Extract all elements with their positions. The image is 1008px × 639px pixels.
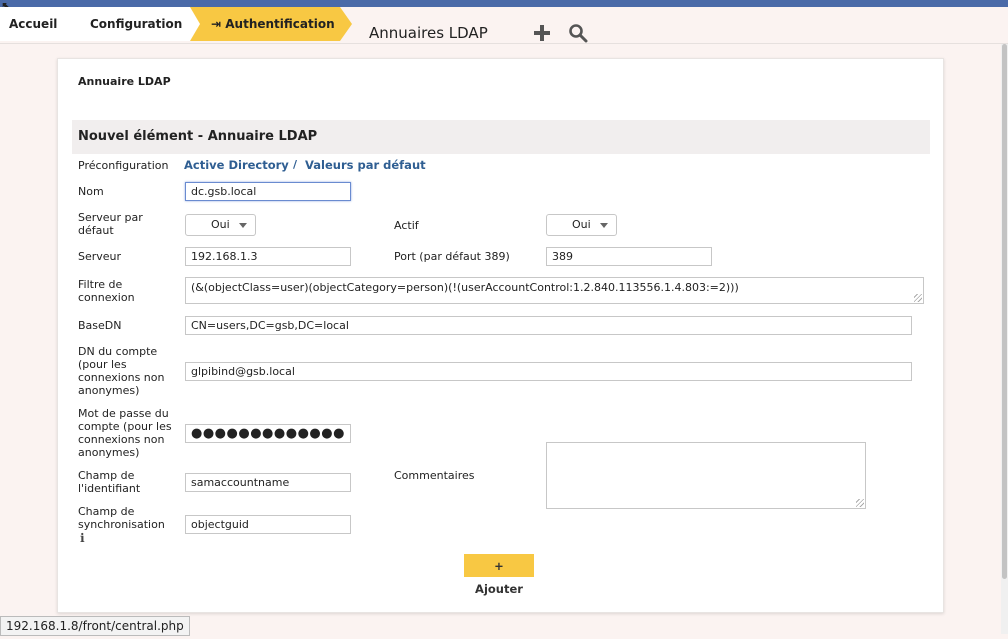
preset-defaults-link[interactable]: Valeurs par défaut [305, 158, 426, 172]
form-panel: Annuaire LDAP Nouvel élément - Annuaire … [57, 58, 944, 613]
filter-label: Filtre de connexion [78, 278, 135, 304]
preconfig-label: Préconfiguration [78, 159, 169, 172]
comments-label: Commentaires [394, 469, 475, 482]
add-button[interactable]: + Ajouter [464, 554, 534, 596]
server-label: Serveur [78, 250, 122, 263]
name-input[interactable]: dc.gsb.local [185, 182, 351, 201]
sign-in-icon: ⇥ [211, 17, 222, 31]
active-label: Actif [394, 219, 419, 232]
form-title: Nouvel élément - Annuaire LDAP [72, 120, 930, 154]
basedn-label: BaseDN [78, 319, 122, 332]
default-server-value: Oui [211, 218, 230, 231]
active-select[interactable]: Oui [546, 214, 617, 236]
port-label: Port (par défaut 389) [394, 250, 510, 263]
search-icon[interactable] [568, 23, 588, 43]
breadcrumb-accueil[interactable]: Accueil [0, 7, 82, 41]
comments-textarea[interactable] [546, 442, 866, 509]
breadcrumb-auth-label: Authentification [225, 17, 335, 31]
breadcrumb-configuration[interactable]: Configuration [72, 7, 200, 41]
plus-icon[interactable] [532, 23, 552, 43]
password-input[interactable]: ●●●●●●●●●●●●● [185, 424, 351, 443]
breadcrumb: ⇥ Authentification Configuration Accueil… [0, 7, 1008, 44]
login-field-input[interactable]: samaccountname [185, 473, 351, 492]
page-title: Annuaires LDAP [369, 24, 488, 42]
filter-textarea[interactable]: (&(objectClass=user)(objectCategory=pers… [185, 277, 924, 304]
name-label: Nom [78, 185, 104, 198]
sync-field-input[interactable]: objectguid [185, 515, 351, 534]
rootdn-label: DN du compte (pour les connexions non an… [78, 345, 165, 397]
status-bar-url: 192.168.1.8/front/central.php [0, 616, 190, 636]
filter-value: (&(objectClass=user)(objectCategory=pers… [191, 281, 739, 294]
info-icon[interactable]: ℹ [80, 531, 85, 545]
password-label: Mot de passe du compte (pour les connexi… [78, 407, 172, 459]
server-input[interactable]: 192.168.1.3 [185, 247, 351, 266]
port-input[interactable]: 389 [546, 247, 712, 266]
rootdn-input[interactable]: glpibind@gsb.local [185, 362, 912, 381]
resize-grip-icon[interactable] [856, 499, 864, 507]
breadcrumb-authentification[interactable]: ⇥ Authentification [190, 7, 352, 41]
default-server-select[interactable]: Oui [185, 214, 256, 236]
panel-tab-title[interactable]: Annuaire LDAP [78, 75, 171, 88]
scroll-thumb[interactable] [1002, 44, 1007, 579]
preset-active-directory-link[interactable]: Active Directory [184, 158, 289, 172]
preset-separator: / [293, 158, 298, 171]
chevron-down-icon [239, 223, 247, 228]
scrollbar[interactable] [1001, 44, 1008, 634]
login-field-label: Champ de l'identifiant [78, 469, 141, 495]
resize-grip-icon[interactable] [914, 294, 922, 302]
top-strip [0, 0, 1008, 7]
sync-field-label: Champ de synchronisation [78, 505, 165, 531]
chevron-down-icon [600, 223, 608, 228]
basedn-input[interactable]: CN=users,DC=gsb,DC=local [185, 316, 912, 335]
active-value: Oui [572, 218, 591, 231]
default-server-label: Serveur par défaut [78, 211, 143, 237]
